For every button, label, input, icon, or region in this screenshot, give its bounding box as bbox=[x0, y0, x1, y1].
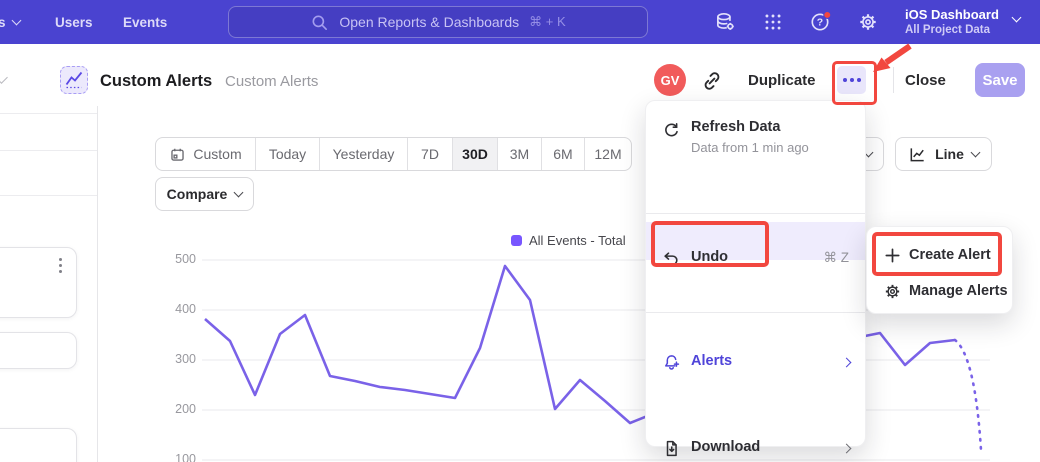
calendar-icon bbox=[169, 146, 186, 163]
chevron-down-icon bbox=[970, 148, 980, 158]
range-6m[interactable]: 6M bbox=[542, 138, 585, 170]
legend-swatch bbox=[511, 235, 522, 246]
line-chart-icon bbox=[908, 145, 927, 164]
submenu-item-manage-alerts[interactable]: Manage Alerts bbox=[867, 273, 1012, 309]
app-window: 100200300400500 All Events - Total Custo… bbox=[0, 0, 1040, 462]
range-custom[interactable]: Custom bbox=[156, 138, 256, 170]
refresh-icon bbox=[662, 121, 681, 140]
divider bbox=[646, 213, 865, 214]
chart-type-button[interactable]: Line bbox=[895, 137, 992, 171]
divider bbox=[646, 312, 865, 313]
chart-line-projected bbox=[955, 340, 981, 450]
date-range-control: Custom Today Yesterday 7D 30D 3M 6M 12M bbox=[155, 137, 632, 171]
alerts-submenu: Create Alert Manage Alerts bbox=[866, 226, 1013, 314]
range-yesterday[interactable]: Yesterday bbox=[320, 138, 408, 170]
plus-icon bbox=[883, 246, 902, 265]
chevron-down-icon bbox=[234, 188, 244, 198]
menu-item-rename[interactable]: Rename bbox=[646, 363, 865, 397]
menu-item-undo[interactable]: Undo ⌘ Z bbox=[646, 171, 865, 205]
menu-item-refresh-data[interactable]: Refresh Data Data from 1 min ago bbox=[646, 113, 865, 161]
menu-item-new-report[interactable]: New Report bbox=[646, 323, 865, 357]
more-options-menu: Refresh Data Data from 1 min ago Undo ⌘ … bbox=[645, 100, 866, 447]
gear-icon bbox=[883, 282, 902, 301]
menu-item-alerts[interactable]: Alerts bbox=[646, 222, 865, 260]
download-icon bbox=[662, 439, 681, 458]
menu-item-download[interactable]: Download bbox=[646, 265, 865, 303]
compare-button[interactable]: Compare bbox=[155, 177, 254, 211]
range-30d-selected[interactable]: 30D bbox=[453, 138, 498, 170]
chart-legend: All Events - Total bbox=[511, 233, 626, 248]
range-12m[interactable]: 12M bbox=[585, 138, 631, 170]
submenu-item-create-alert[interactable]: Create Alert bbox=[867, 237, 1012, 273]
menu-item-delete[interactable]: Delete bbox=[646, 403, 865, 437]
range-today[interactable]: Today bbox=[256, 138, 320, 170]
legend-label: All Events - Total bbox=[529, 233, 626, 248]
range-3m[interactable]: 3M bbox=[498, 138, 542, 170]
range-7d[interactable]: 7D bbox=[408, 138, 453, 170]
